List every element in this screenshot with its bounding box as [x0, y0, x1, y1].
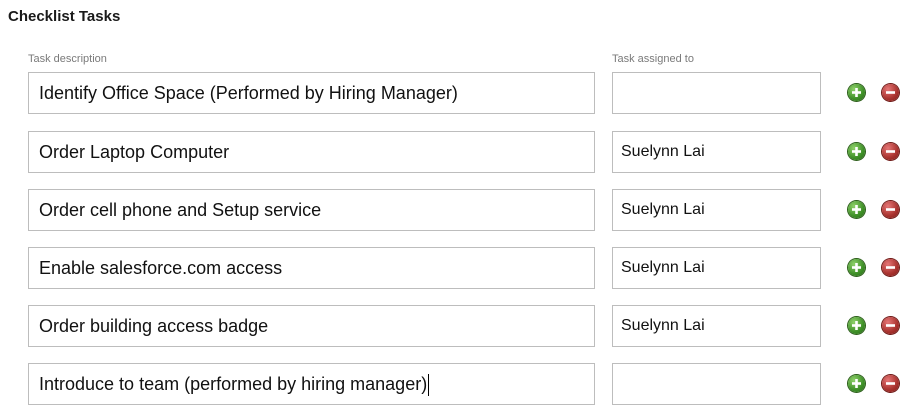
plus-icon	[852, 321, 861, 330]
task-assignee-field[interactable]	[612, 363, 821, 405]
task-description-field[interactable]: Introduce to team (performed by hiring m…	[28, 363, 595, 405]
task-row: Enable salesforce.com access Suelynn Lai	[0, 247, 900, 289]
remove-task-button[interactable]	[882, 84, 899, 101]
minus-icon	[886, 266, 895, 269]
task-assignee-field[interactable]: Suelynn Lai	[612, 305, 821, 347]
task-description-field[interactable]: Identify Office Space (Performed by Hiri…	[28, 72, 595, 114]
plus-icon	[852, 379, 861, 388]
minus-icon	[886, 382, 895, 385]
add-task-button[interactable]	[848, 84, 865, 101]
plus-icon	[852, 88, 861, 97]
add-task-button[interactable]	[848, 317, 865, 334]
remove-task-button[interactable]	[882, 317, 899, 334]
task-assignee-field[interactable]: Suelynn Lai	[612, 189, 821, 231]
add-task-button[interactable]	[848, 201, 865, 218]
plus-icon	[852, 205, 861, 214]
minus-icon	[886, 208, 895, 211]
task-row: Introduce to team (performed by hiring m…	[0, 363, 900, 405]
task-description-field[interactable]: Order cell phone and Setup service	[28, 189, 595, 231]
checklist-rows: Identify Office Space (Performed by Hiri…	[0, 0, 900, 405]
task-description-field[interactable]: Order building access badge	[28, 305, 595, 347]
task-assignee-field[interactable]: Suelynn Lai	[612, 131, 821, 173]
text-cursor	[428, 374, 430, 397]
task-row: Identify Office Space (Performed by Hiri…	[0, 72, 900, 114]
task-row: Order Laptop Computer Suelynn Lai	[0, 131, 900, 173]
plus-icon	[852, 263, 861, 272]
task-description-field[interactable]: Order Laptop Computer	[28, 131, 595, 173]
add-task-button[interactable]	[848, 259, 865, 276]
task-assignee-field[interactable]: Suelynn Lai	[612, 247, 821, 289]
minus-icon	[886, 324, 895, 327]
task-description-field[interactable]: Enable salesforce.com access	[28, 247, 595, 289]
remove-task-button[interactable]	[882, 143, 899, 160]
add-task-button[interactable]	[848, 143, 865, 160]
plus-icon	[852, 147, 861, 156]
minus-icon	[886, 150, 895, 153]
task-description-text: Introduce to team (performed by hiring m…	[39, 374, 428, 394]
task-row: Order cell phone and Setup service Suely…	[0, 189, 900, 231]
minus-icon	[886, 91, 895, 94]
remove-task-button[interactable]	[882, 201, 899, 218]
task-row: Order building access badge Suelynn Lai	[0, 305, 900, 347]
remove-task-button[interactable]	[882, 259, 899, 276]
remove-task-button[interactable]	[882, 375, 899, 392]
add-task-button[interactable]	[848, 375, 865, 392]
task-assignee-field[interactable]	[612, 72, 821, 114]
